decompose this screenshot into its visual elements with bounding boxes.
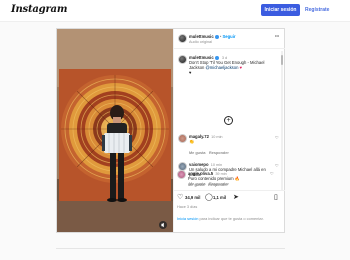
follow-button[interactable]: Seguir: [222, 34, 235, 39]
comment-like-icon[interactable]: ♡: [275, 164, 279, 168]
share-icon[interactable]: ➤: [233, 194, 239, 201]
post-panel: mulettmusic • Seguir Audio original ••• …: [173, 29, 285, 232]
verified-icon: [214, 34, 219, 39]
comments-scrollbar[interactable]: [281, 51, 283, 191]
comment-like-link[interactable]: Me gusta: [189, 151, 205, 155]
comment-avatar[interactable]: [177, 170, 186, 179]
comments-scroll-thumb[interactable]: [281, 55, 283, 65]
register-link[interactable]: Regístrate: [305, 4, 329, 16]
comment-like-icon[interactable]: ♡: [270, 172, 274, 176]
video-frame: [57, 29, 173, 232]
caption-text: Don't Stop 'Til You Get Enough - Michael…: [189, 60, 265, 76]
audio-label[interactable]: Audio original: [189, 40, 212, 44]
login-prompt-link[interactable]: Inicia sesión: [177, 216, 198, 221]
load-more-comments-icon[interactable]: +: [224, 116, 233, 125]
comment-text: 👏: [189, 139, 195, 144]
top-bar: Instagram Iniciar sesión Regístrate: [0, 0, 350, 22]
save-icon[interactable]: ▯: [274, 194, 278, 201]
heart-emoji-icon: ♥: [239, 65, 243, 71]
post-header: mulettmusic • Seguir Audio original •••: [174, 29, 285, 49]
caption-avatar[interactable]: [178, 55, 187, 64]
footer-divider: [56, 248, 285, 249]
post-video[interactable]: [57, 29, 173, 232]
author-username[interactable]: mulettmusic: [189, 34, 214, 39]
like-count[interactable]: 34,9 mil: [185, 195, 200, 200]
post-card: mulettmusic • Seguir Audio original ••• …: [56, 28, 285, 233]
black-heart-icon: ♥: [189, 70, 192, 76]
comment-text: Puro contenido premium 🔥: [188, 176, 240, 181]
login-button[interactable]: Iniciar sesión: [261, 4, 300, 16]
caption-mention-link[interactable]: @michaeljackson: [206, 65, 239, 70]
comment-icon[interactable]: ◯: [205, 194, 213, 201]
comment-count[interactable]: 1,1 mil: [213, 195, 226, 200]
comment-reply-link[interactable]: Responder: [209, 151, 229, 155]
like-icon[interactable]: ♡: [177, 194, 183, 201]
instagram-logo[interactable]: Instagram: [11, 4, 67, 15]
comment-reply-link[interactable]: Responder: [208, 183, 228, 187]
comment-avatar[interactable]: [178, 134, 187, 143]
more-options-icon[interactable]: •••: [275, 34, 279, 38]
comment-like-link[interactable]: Me gusta: [188, 183, 204, 187]
comment-like-icon[interactable]: ♡: [275, 136, 279, 140]
avatar[interactable]: [178, 34, 187, 43]
login-prompt: Inicia sesión para indicar que te gusta …: [177, 216, 264, 221]
post-date: Hace 3 días: [177, 205, 198, 209]
